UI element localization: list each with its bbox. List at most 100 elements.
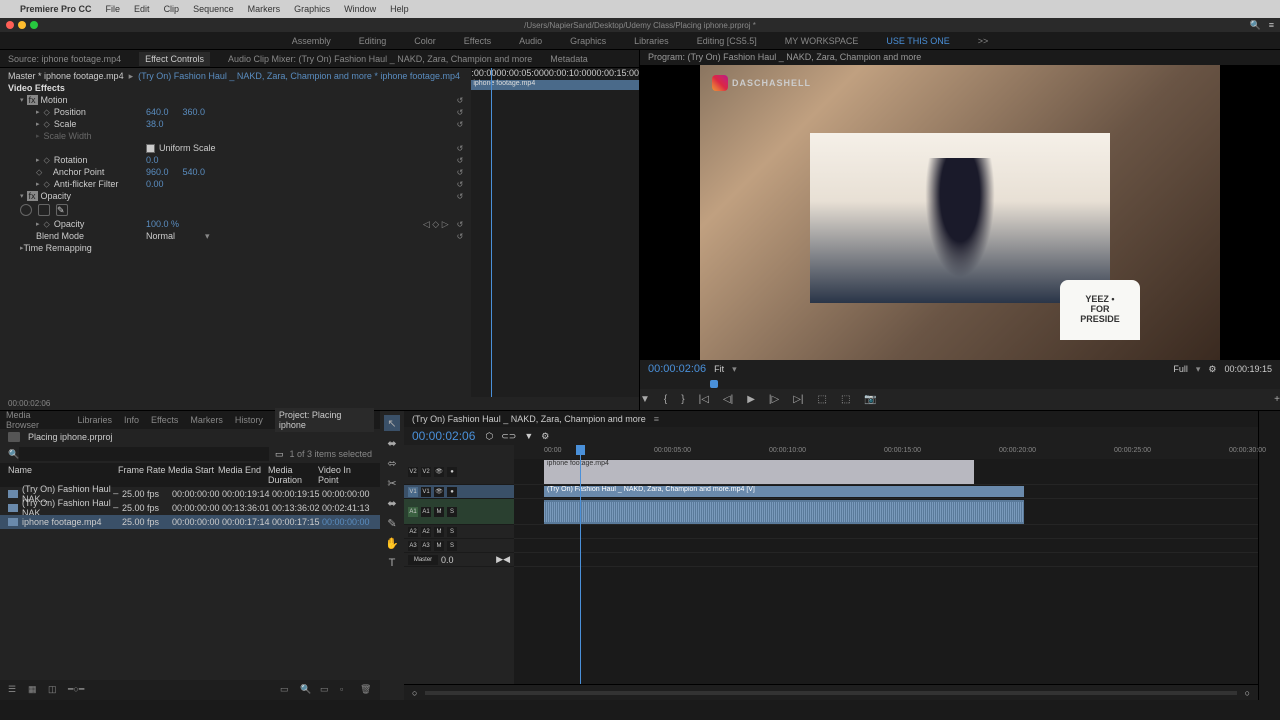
pen-mask-icon[interactable]: ✎: [56, 204, 68, 216]
ellipse-mask-icon[interactable]: [20, 204, 32, 216]
tab-metadata[interactable]: Metadata: [550, 54, 588, 64]
tab-audio-mixer[interactable]: Audio Clip Mixer: (Try On) Fashion Haul …: [228, 54, 532, 64]
menu-graphics[interactable]: Graphics: [294, 4, 330, 14]
col-framerate[interactable]: Frame Rate: [118, 465, 168, 485]
reset-icon[interactable]: ↺: [457, 108, 464, 117]
flicker-value[interactable]: 0.00: [146, 179, 164, 189]
scale-value[interactable]: 38.0: [146, 119, 164, 129]
snap-icon[interactable]: ⬡: [485, 431, 493, 442]
delete-icon[interactable]: 🗑: [360, 684, 372, 696]
pen-tool-icon[interactable]: ✎: [384, 515, 400, 531]
uniform-scale-checkbox[interactable]: [146, 144, 155, 153]
ws-use-this-one[interactable]: USE THIS ONE: [886, 36, 949, 46]
menu-help[interactable]: Help: [390, 4, 409, 14]
track-toggle[interactable]: A1: [421, 507, 431, 517]
menu-markers[interactable]: Markers: [248, 4, 281, 14]
rect-mask-icon[interactable]: [38, 204, 50, 216]
tab-libraries[interactable]: Libraries: [77, 415, 112, 425]
ws-my[interactable]: MY WORKSPACE: [785, 36, 859, 46]
twirl-icon[interactable]: ▸: [36, 108, 40, 116]
list-view-icon[interactable]: ☰: [8, 684, 20, 696]
track-toggle[interactable]: V1: [421, 487, 431, 497]
col-name[interactable]: Name: [8, 465, 118, 485]
export-frame-icon[interactable]: 📷: [864, 394, 876, 405]
twirl-icon[interactable]: ▾: [20, 96, 24, 104]
search-icon[interactable]: 🔍: [8, 449, 19, 460]
rotation-value[interactable]: 0.0: [146, 155, 159, 165]
program-title[interactable]: Program: (Try On) Fashion Haul _ NAKD, Z…: [640, 50, 1280, 65]
col-duration[interactable]: Media Duration: [268, 465, 318, 485]
reset-icon[interactable]: ↺: [457, 120, 464, 129]
ws-color[interactable]: Color: [414, 36, 436, 46]
step-forward-icon[interactable]: |▷: [769, 394, 779, 405]
reset-icon[interactable]: ↺: [457, 168, 464, 177]
panel-menu-icon[interactable]: ≡: [1269, 20, 1274, 31]
col-vin[interactable]: Video In Point: [318, 465, 368, 485]
position-x-value[interactable]: 640.0: [146, 107, 169, 117]
reset-icon[interactable]: ↺: [457, 192, 464, 201]
auto-sequence-icon[interactable]: ▭: [280, 684, 292, 696]
mini-clip-bar[interactable]: iphone footage.mp4: [471, 80, 639, 90]
new-item-icon[interactable]: ▫: [340, 684, 352, 696]
ws-overflow-icon[interactable]: >>: [978, 36, 989, 46]
sequence-tab[interactable]: (Try On) Fashion Haul _ NAKD, Zara, Cham…: [412, 414, 646, 424]
audio-meter[interactable]: [1258, 411, 1280, 700]
search-icon[interactable]: 🔍: [1250, 20, 1261, 31]
add-marker-icon[interactable]: ▼: [640, 394, 650, 405]
col-end[interactable]: Media End: [218, 465, 268, 485]
mark-in-icon[interactable]: {: [664, 394, 667, 405]
ws-effects[interactable]: Effects: [464, 36, 491, 46]
timeline-clip-a1[interactable]: [544, 500, 1024, 524]
settings-icon[interactable]: ⚙: [1208, 364, 1216, 375]
reset-icon[interactable]: ↺: [457, 220, 464, 229]
anchor-x-value[interactable]: 960.0: [146, 167, 169, 177]
effect-controls-timeline[interactable]: :00:0000:00:05:0000:00:10:0000:00:15:00 …: [471, 68, 639, 397]
menu-file[interactable]: File: [106, 4, 121, 14]
col-start[interactable]: Media Start: [168, 465, 218, 485]
twirl-icon[interactable]: ▸: [36, 156, 40, 164]
timeline-timecode[interactable]: 00:00:02:06: [412, 429, 475, 443]
tab-effects-panel[interactable]: Effects: [151, 415, 178, 425]
anchor-y-value[interactable]: 540.0: [183, 167, 206, 177]
mark-out-icon[interactable]: }: [681, 394, 684, 405]
track-toggle[interactable]: V2: [421, 467, 431, 477]
menu-edit[interactable]: Edit: [134, 4, 150, 14]
zoom-out-icon[interactable]: ○: [412, 688, 417, 698]
timeline-playhead[interactable]: [580, 445, 581, 684]
timeline-tracks-area[interactable]: 00:00 00:00:05:00 00:00:10:00 00:00:15:0…: [514, 445, 1258, 684]
twirl-icon[interactable]: ▾: [20, 192, 24, 200]
filter-bin-icon[interactable]: ▭: [275, 449, 284, 460]
razor-tool-icon[interactable]: ✂: [384, 475, 400, 491]
zoom-in-icon[interactable]: ○: [1245, 688, 1250, 698]
scrub-playhead[interactable]: [710, 380, 718, 388]
timeline-clip-v1[interactable]: (Try On) Fashion Haul _ NAKD, Zara, Cham…: [544, 486, 1024, 497]
button-editor-icon[interactable]: +: [1274, 394, 1280, 405]
opacity-effect[interactable]: Opacity: [41, 191, 72, 201]
zoom-slider[interactable]: ━○━: [68, 684, 80, 696]
track-select-tool-icon[interactable]: ⬌: [384, 435, 400, 451]
twirl-icon[interactable]: ▸: [36, 120, 40, 128]
mini-playhead[interactable]: [491, 68, 492, 397]
ws-editing-cs55[interactable]: Editing [CS5.5]: [697, 36, 757, 46]
track-toggle[interactable]: A2: [421, 527, 431, 537]
go-to-in-icon[interactable]: |◁: [699, 394, 709, 405]
play-icon[interactable]: ▶: [747, 394, 755, 405]
tab-history[interactable]: History: [235, 415, 263, 425]
add-marker-icon[interactable]: ▼: [524, 431, 533, 442]
program-timecode[interactable]: 00:00:02:06: [648, 363, 706, 375]
ws-audio[interactable]: Audio: [519, 36, 542, 46]
ripple-edit-tool-icon[interactable]: ⬄: [384, 455, 400, 471]
menu-sequence[interactable]: Sequence: [193, 4, 234, 14]
maximize-window-icon[interactable]: [30, 21, 38, 29]
tab-source[interactable]: Source: iphone footage.mp4: [8, 54, 121, 64]
reset-icon[interactable]: ↺: [457, 180, 464, 189]
hand-tool-icon[interactable]: ✋: [384, 535, 400, 551]
ws-editing[interactable]: Editing: [359, 36, 387, 46]
tab-markers[interactable]: Markers: [190, 415, 223, 425]
tab-effect-controls[interactable]: Effect Controls: [139, 52, 210, 66]
ws-graphics[interactable]: Graphics: [570, 36, 606, 46]
type-tool-icon[interactable]: T: [384, 555, 400, 571]
linked-selection-icon[interactable]: ⊂⊃: [501, 431, 516, 442]
project-item[interactable]: (Try On) Fashion Haul _ NAK...25.00 fps0…: [0, 501, 380, 515]
blend-mode-dropdown[interactable]: Normal: [146, 231, 175, 241]
